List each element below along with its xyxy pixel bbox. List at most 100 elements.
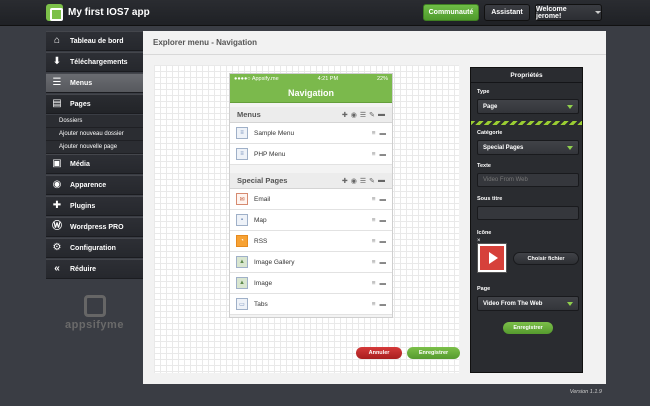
brand-logo-icon — [83, 295, 106, 317]
page-icon: ≡ — [236, 148, 248, 160]
phone-status-bar: ●●●●○ Appsify.me 4:21 PM 22% — [230, 74, 392, 84]
trash-icon[interactable]: ▬ — [380, 196, 387, 203]
phone-battery: 22% — [376, 76, 388, 82]
mail-icon: ✉ — [236, 193, 248, 205]
drag-handle-icon[interactable]: ≡ — [372, 259, 376, 266]
gear-icon: ⚙ — [52, 242, 62, 253]
eye-icon[interactable]: ◉ — [351, 111, 357, 119]
collapse-icon: « — [54, 263, 60, 274]
brand-logo-text: appsifyme — [65, 319, 124, 331]
sidebar-item-collapse[interactable]: « Réduire — [46, 259, 143, 279]
video-play-icon — [480, 246, 504, 270]
sidebar-item-label: Configuration — [70, 244, 116, 252]
sidebar-item-downloads[interactable]: ⬇ Téléchargements — [46, 52, 143, 72]
page-label: Page — [477, 286, 491, 292]
list-item[interactable]: ◔ RSS ≡ ▬ — [230, 231, 392, 252]
section-header-special-pages: Special Pages ✚ ◉ ☰ ✎ ▬ — [230, 173, 392, 189]
chevron-down-icon — [567, 302, 573, 306]
trash-icon[interactable]: ▬ — [380, 238, 387, 245]
sidebar-item-menus[interactable]: ☰ Menus — [46, 73, 143, 93]
properties-title: Propriétés — [471, 68, 582, 83]
sidebar-item-label: Téléchargements — [70, 58, 128, 66]
sidebar-subitem-add-page[interactable]: Ajouter nouvelle page — [46, 141, 143, 154]
cancel-button[interactable]: Annuler — [356, 347, 402, 359]
list-item[interactable]: ≡ Sample Menu ≡ ▬ — [230, 123, 392, 144]
list-item[interactable]: ≡ PHP Menu ≡ ▬ — [230, 144, 392, 165]
list-item[interactable]: ▲ Image Gallery ≡ ▬ — [230, 252, 392, 273]
text-label: Texte — [477, 163, 491, 169]
drag-handle-icon[interactable]: ≡ — [372, 238, 376, 245]
edit-icon[interactable]: ✎ — [369, 111, 375, 119]
palette-icon: ◉ — [52, 179, 62, 190]
download-icon: ⬇ — [52, 56, 62, 67]
eye-icon[interactable]: ◉ — [351, 177, 357, 185]
trash-icon[interactable]: ▬ — [380, 130, 387, 137]
tabs-icon: ▭ — [236, 298, 248, 310]
sidebar-item-dashboard[interactable]: ⌂ Tableau de bord — [46, 31, 143, 51]
category-select-value: Special Pages — [483, 144, 524, 151]
type-select[interactable]: Page — [477, 99, 579, 114]
sidebar-item-appearance[interactable]: ◉ Apparence — [46, 175, 143, 195]
type-label: Type — [477, 89, 490, 95]
trash-icon[interactable]: ▬ — [380, 151, 387, 158]
list-item-label: RSS — [254, 237, 268, 245]
sidebar-item-label: Média — [70, 160, 90, 168]
category-select[interactable]: Special Pages — [477, 140, 579, 155]
list-icon[interactable]: ☰ — [360, 177, 366, 185]
drag-handle-icon[interactable]: ≡ — [372, 151, 376, 158]
properties-save-button[interactable]: Enregistrer — [503, 322, 553, 334]
assistant-button[interactable]: Assistant — [484, 4, 530, 21]
page-icon: ≡ — [236, 127, 248, 139]
page-title: Explorer menu - Navigation — [143, 31, 606, 55]
choose-file-button[interactable]: Choisir fichier — [513, 252, 579, 265]
category-label: Catégorie — [477, 130, 503, 136]
phone-nav-title: Navigation — [230, 84, 392, 103]
list-item[interactable]: ✉ Email ≡ ▬ — [230, 189, 392, 210]
list-item-label: PHP Menu — [254, 150, 286, 158]
list-icon[interactable]: ☰ — [360, 111, 366, 119]
subtitle-input[interactable] — [477, 206, 579, 220]
drag-handle-icon[interactable]: ≡ — [372, 130, 376, 137]
community-button[interactable]: Communauté — [423, 4, 479, 21]
trash-icon[interactable]: ▬ — [378, 177, 385, 185]
trash-icon[interactable]: ▬ — [378, 111, 385, 119]
drag-handle-icon[interactable]: ≡ — [372, 280, 376, 287]
main-panel: Explorer menu - Navigation ●●●●○ Appsify… — [143, 31, 606, 384]
drag-handle-icon[interactable]: ≡ — [372, 196, 376, 203]
sidebar-item-label: Plugins — [70, 202, 96, 210]
trash-icon[interactable]: ▬ — [380, 259, 387, 266]
sidebar-item-label: Réduire — [70, 265, 97, 273]
trash-icon[interactable]: ▬ — [380, 217, 387, 224]
save-button[interactable]: Enregistrer — [407, 347, 460, 359]
add-icon[interactable]: ✚ — [342, 111, 348, 119]
top-bar: My first IOS7 app Communauté Assistant W… — [0, 0, 650, 26]
list-item[interactable]: ▭ Tabs ≡ ▬ — [230, 294, 392, 315]
drag-handle-icon[interactable]: ≡ — [372, 301, 376, 308]
sidebar-item-label: Tableau de bord — [70, 37, 124, 45]
sidebar-item-pages[interactable]: ▤ Pages — [46, 94, 143, 114]
sidebar-subitem-add-folder[interactable]: Ajouter nouveau dossier — [46, 128, 143, 141]
sidebar-item-configuration[interactable]: ⚙ Configuration — [46, 238, 143, 258]
app-logo-icon — [46, 4, 63, 21]
user-menu-button[interactable]: Welcome jerome! — [535, 4, 602, 21]
text-input[interactable]: Video From Web — [477, 173, 579, 187]
properties-panel: Propriétés Type Page Catégorie Special P… — [470, 67, 583, 373]
add-icon[interactable]: ✚ — [342, 177, 348, 185]
trash-icon[interactable]: ▬ — [380, 280, 387, 287]
sidebar-item-media[interactable]: ▣ Média — [46, 154, 143, 174]
page-select[interactable]: Video From The Web — [477, 296, 579, 311]
sidebar-item-wordpress-pro[interactable]: Ⓦ Wordpress PRO — [46, 217, 143, 237]
drag-handle-icon[interactable]: ≡ — [372, 217, 376, 224]
sidebar-subitem-folders[interactable]: Dossiers — [46, 115, 143, 128]
sidebar-item-plugins[interactable]: ✚ Plugins — [46, 196, 143, 216]
phone-carrier: ●●●●○ Appsify.me — [234, 76, 279, 82]
trash-icon[interactable]: ▬ — [380, 301, 387, 308]
section-title: Menus — [237, 110, 261, 119]
edit-icon[interactable]: ✎ — [369, 177, 375, 185]
section-title: Special Pages — [237, 176, 288, 185]
list-item[interactable]: ▲ Image ≡ ▬ — [230, 273, 392, 294]
list-item-label: Email — [254, 195, 271, 203]
sidebar-item-label: Menus — [70, 79, 93, 87]
puzzle-icon: ✚ — [52, 200, 62, 211]
list-item[interactable]: ▪ Map ≡ ▬ — [230, 210, 392, 231]
